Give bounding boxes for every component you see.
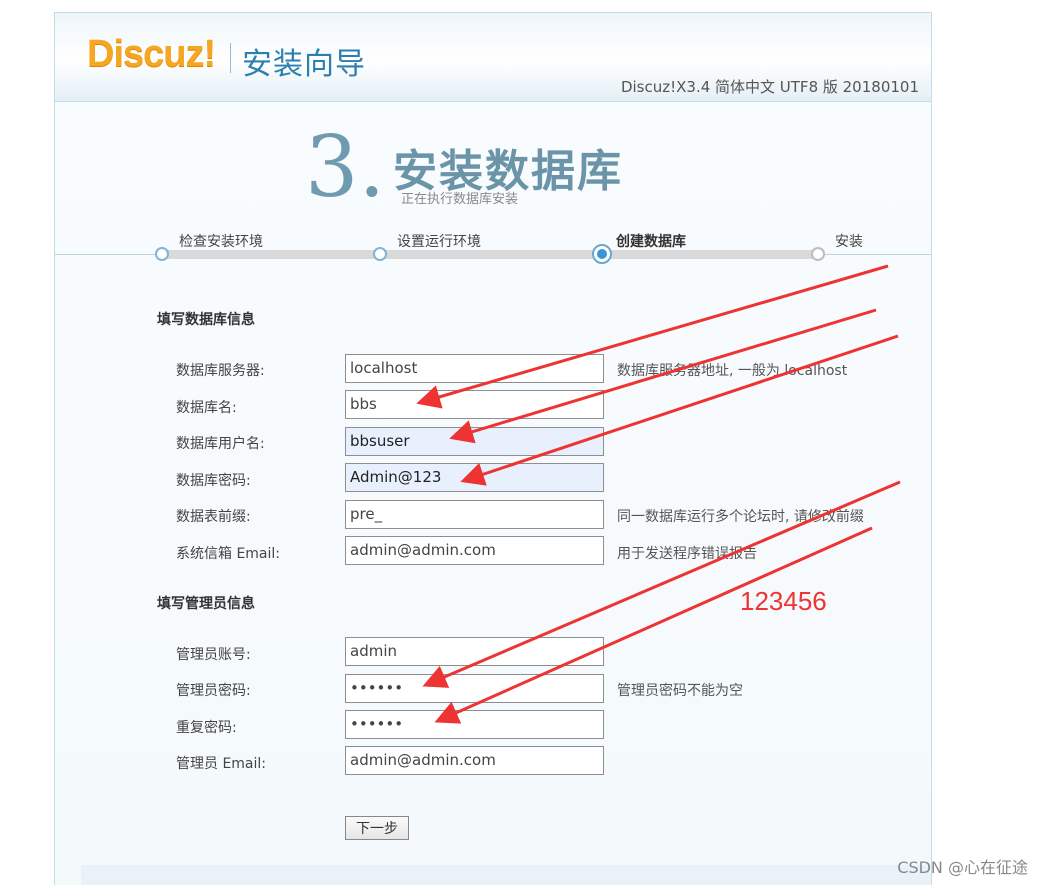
admin-password-input[interactable]: •••••• [345, 674, 604, 703]
db-host-hint: 数据库服务器地址, 一般为 localhost [617, 363, 848, 379]
step-label-2: 设置运行环境 [397, 234, 481, 250]
db-user-label: 数据库用户名: [176, 436, 265, 452]
db-host-label: 数据库服务器: [176, 363, 265, 379]
version-info: Discuz!X3.4 简体中文 UTF8 版 20180101 [620, 78, 919, 96]
csdn-watermark: CSDN @心在征途 [897, 858, 1028, 877]
admin-account-label: 管理员账号: [176, 647, 251, 663]
step-subtitle: 正在执行数据库安装 [401, 192, 519, 207]
table-prefix-hint: 同一数据库运行多个论坛时, 请修改前缀 [617, 509, 864, 525]
installer-window: Discuz! 安装向导 Discuz!X3.4 简体中文 UTF8 版 201… [54, 12, 932, 885]
admin-account-input[interactable]: admin [345, 637, 604, 666]
step-number: 3. [305, 118, 386, 216]
db-password-input[interactable]: Admin@123 [345, 463, 604, 492]
admin-email-label: 管理员 Email: [176, 756, 267, 772]
repeat-password-input[interactable]: •••••• [345, 710, 604, 739]
wizard-title: 安装向导 [242, 47, 366, 82]
step-dot-3-current [592, 244, 612, 264]
next-step-button[interactable]: 下一步 [345, 816, 409, 840]
db-name-label: 数据库名: [176, 400, 237, 416]
password-annotation: 123456 [740, 586, 827, 616]
db-name-input[interactable]: bbs [345, 390, 604, 419]
db-password-label: 数据库密码: [176, 473, 251, 489]
system-email-hint: 用于发送程序错误报告 [617, 546, 757, 562]
admin-section-title: 填写管理员信息 [157, 596, 255, 612]
footer-strip [81, 865, 931, 885]
admin-email-input[interactable]: admin@admin.com [345, 746, 604, 775]
db-user-input[interactable]: bbsuser [345, 427, 604, 456]
step-label-3: 创建数据库 [616, 234, 686, 250]
step-dot-1 [155, 247, 169, 261]
step-label-4: 安装 [835, 234, 863, 250]
repeat-password-label: 重复密码: [176, 720, 237, 736]
admin-password-label: 管理员密码: [176, 683, 251, 699]
step-dot-2 [373, 247, 387, 261]
system-email-label: 系统信箱 Email: [176, 546, 281, 562]
step-dot-4 [811, 247, 825, 261]
admin-password-hint: 管理员密码不能为空 [617, 683, 743, 699]
table-prefix-input[interactable]: pre_ [345, 500, 604, 529]
discuz-logo: Discuz! [87, 33, 216, 75]
system-email-input[interactable]: admin@admin.com [345, 536, 604, 565]
db-section-title: 填写数据库信息 [157, 312, 255, 328]
table-prefix-label: 数据表前缀: [176, 509, 251, 525]
db-host-input[interactable]: localhost [345, 354, 604, 383]
header: Discuz! 安装向导 Discuz!X3.4 简体中文 UTF8 版 201… [55, 13, 931, 102]
header-divider [230, 43, 231, 73]
step-label-1: 检查安装环境 [179, 234, 263, 250]
progress-bar [162, 250, 820, 259]
